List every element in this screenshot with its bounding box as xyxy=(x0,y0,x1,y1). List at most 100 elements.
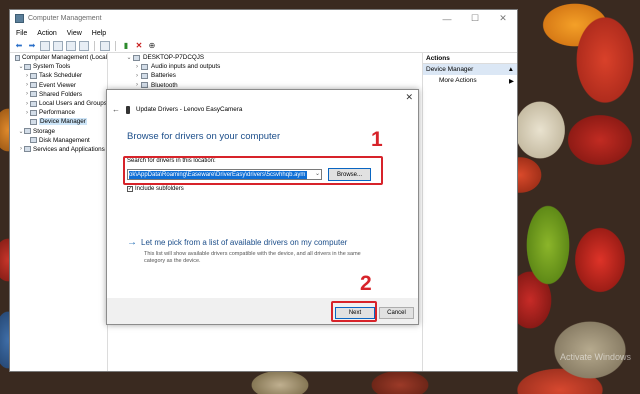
submenu-arrow-icon: ▶ xyxy=(509,77,514,85)
tree-item-label: Shared Folders xyxy=(39,90,83,98)
tree-item-label: Task Scheduler xyxy=(39,72,83,80)
actions-device-manager[interactable]: Device Manager ▲ xyxy=(423,64,517,75)
actions-pane: Actions Device Manager ▲ More Actions ▶ xyxy=(422,53,517,371)
tree-node-icon xyxy=(15,54,20,61)
tree-node-icon xyxy=(30,109,37,116)
dialog-title: Browse for drivers on your computer xyxy=(127,131,281,142)
collapse-arrow-icon[interactable]: ▲ xyxy=(508,66,514,73)
tree-node-icon xyxy=(30,137,37,144)
tree-item-label: Performance xyxy=(39,109,76,117)
activate-windows-watermark: Activate Windows xyxy=(560,352,632,362)
tree-node-icon xyxy=(30,72,37,79)
tree-item-label: Local Users and Groups xyxy=(39,100,107,108)
pick-from-list-link[interactable]: → Let me pick from a list of available d… xyxy=(127,238,347,248)
device-icon xyxy=(141,82,148,89)
more-actions-label: More Actions xyxy=(439,77,477,84)
toolbar-separator xyxy=(94,40,95,51)
expand-arrow-icon[interactable]: › xyxy=(133,64,141,70)
dialog-close-button[interactable]: ✕ xyxy=(405,92,413,103)
menu-bar: File Action View Help xyxy=(10,27,517,39)
device-icon xyxy=(141,72,148,79)
computer-management-icon xyxy=(15,14,24,23)
step2-number: 2 xyxy=(360,272,372,295)
update-driver-icon[interactable]: ▮ xyxy=(121,41,131,51)
tree-item[interactable]: › Task Scheduler xyxy=(10,71,107,80)
tree-item-label: Disk Management xyxy=(39,136,90,144)
cancel-button[interactable]: Cancel xyxy=(379,307,414,319)
tree-item-label: Event Viewer xyxy=(39,81,76,89)
tree-node-icon xyxy=(30,82,37,89)
tree-node-icon xyxy=(24,128,31,135)
close-button[interactable]: ✕ xyxy=(489,10,517,27)
console-tree-icon[interactable] xyxy=(40,40,50,51)
arrow-right-icon: → xyxy=(127,237,137,248)
device-category-label: DESKTOP-P7DCQJS xyxy=(143,54,205,62)
include-subfolders-label: Include subfolders xyxy=(135,186,184,192)
tree-item[interactable]: › Event Viewer xyxy=(10,81,107,90)
device-category-label: Batteries xyxy=(151,72,176,80)
console-tree: Computer Management (Local ⌄ System Tools ›… xyxy=(10,53,108,371)
tree-node-icon xyxy=(24,63,31,70)
update-drivers-dialog: ✕ ← Update Drivers - Lenovo EasyCamera B… xyxy=(106,89,419,325)
menu-view[interactable]: View xyxy=(67,30,82,37)
tree-item[interactable]: ⌄ System Tools xyxy=(10,62,107,71)
toolbar: ⬅ ➡ ▮ ✕ ⊕ xyxy=(10,39,517,53)
tree-node-icon xyxy=(30,100,37,107)
tree-item[interactable]: › Local Users and Groups xyxy=(10,99,107,108)
tree-item[interactable]: Device Manager xyxy=(10,117,107,126)
device-category[interactable]: ⌄ DESKTOP-P7DCQJS xyxy=(109,53,421,62)
forward-arrow-icon[interactable]: ➡ xyxy=(27,41,37,51)
step1-highlight-box xyxy=(123,156,383,185)
tree-item-label: Services and Applications xyxy=(33,145,105,153)
device-icon xyxy=(133,54,140,61)
tree-item[interactable]: ⌄ Storage xyxy=(10,127,107,136)
tree-item[interactable]: Computer Management (Local xyxy=(10,53,107,62)
tree-item[interactable]: › Shared Folders xyxy=(10,90,107,99)
pick-from-list-description: This list will show available drivers co… xyxy=(144,251,361,264)
expand-arrow-icon[interactable]: › xyxy=(133,82,141,88)
dialog-header-label: Update Drivers - Lenovo EasyCamera xyxy=(136,106,243,113)
toolbar-separator xyxy=(115,40,116,51)
device-category[interactable]: › Audio inputs and outputs xyxy=(109,62,421,71)
include-subfolders-row[interactable]: ✓ Include subfolders xyxy=(127,186,184,192)
tree-item[interactable]: › Services and Applications xyxy=(10,145,107,154)
step1-number: 1 xyxy=(371,128,383,151)
menu-action[interactable]: Action xyxy=(37,30,56,37)
device-category-label: Audio inputs and outputs xyxy=(151,63,221,71)
tree-item-label: System Tools xyxy=(33,63,71,71)
tree-node-icon xyxy=(24,146,31,153)
action-pane-icon[interactable] xyxy=(79,40,89,51)
tree-node-icon xyxy=(30,91,37,98)
minimize-button[interactable]: — xyxy=(433,10,461,27)
window-title: Computer Management xyxy=(28,15,102,22)
tree-item-label: Computer Management (Local xyxy=(21,54,107,62)
device-category-label: Bluetooth xyxy=(151,81,178,89)
uninstall-device-icon[interactable]: ✕ xyxy=(134,41,144,51)
pick-from-list-title[interactable]: Let me pick from a list of available dri… xyxy=(141,238,347,247)
properties-icon[interactable] xyxy=(53,40,63,51)
camera-icon xyxy=(126,105,130,114)
tree-node-icon xyxy=(30,118,37,125)
back-arrow-icon[interactable]: ⬅ xyxy=(14,41,24,51)
menu-help[interactable]: Help xyxy=(92,30,106,37)
back-arrow-icon[interactable]: ← xyxy=(112,105,120,114)
help-icon[interactable] xyxy=(66,40,76,51)
actions-header: Actions xyxy=(423,53,517,64)
menu-file[interactable]: File xyxy=(16,30,27,37)
actions-section-label: Device Manager xyxy=(426,66,474,73)
dialog-header: ← Update Drivers - Lenovo EasyCamera xyxy=(112,105,242,114)
expand-arrow-icon[interactable]: ⌄ xyxy=(125,54,133,61)
step2-highlight-box xyxy=(331,301,377,322)
device-category[interactable]: › Batteries xyxy=(109,71,421,80)
more-actions[interactable]: More Actions ▶ xyxy=(423,75,517,86)
tree-item[interactable]: Disk Management xyxy=(10,136,107,145)
expand-arrow-icon[interactable]: › xyxy=(133,73,141,79)
scan-hardware-icon[interactable] xyxy=(100,40,110,51)
tree-item[interactable]: › Performance xyxy=(10,108,107,117)
include-subfolders-checkbox[interactable]: ✓ xyxy=(127,186,133,192)
device-icon xyxy=(141,63,148,70)
tree-item-label: Device Manager xyxy=(39,118,87,126)
title-bar: Computer Management — ☐ ✕ xyxy=(10,10,517,27)
enable-device-icon[interactable]: ⊕ xyxy=(147,41,157,51)
maximize-button[interactable]: ☐ xyxy=(461,10,489,27)
